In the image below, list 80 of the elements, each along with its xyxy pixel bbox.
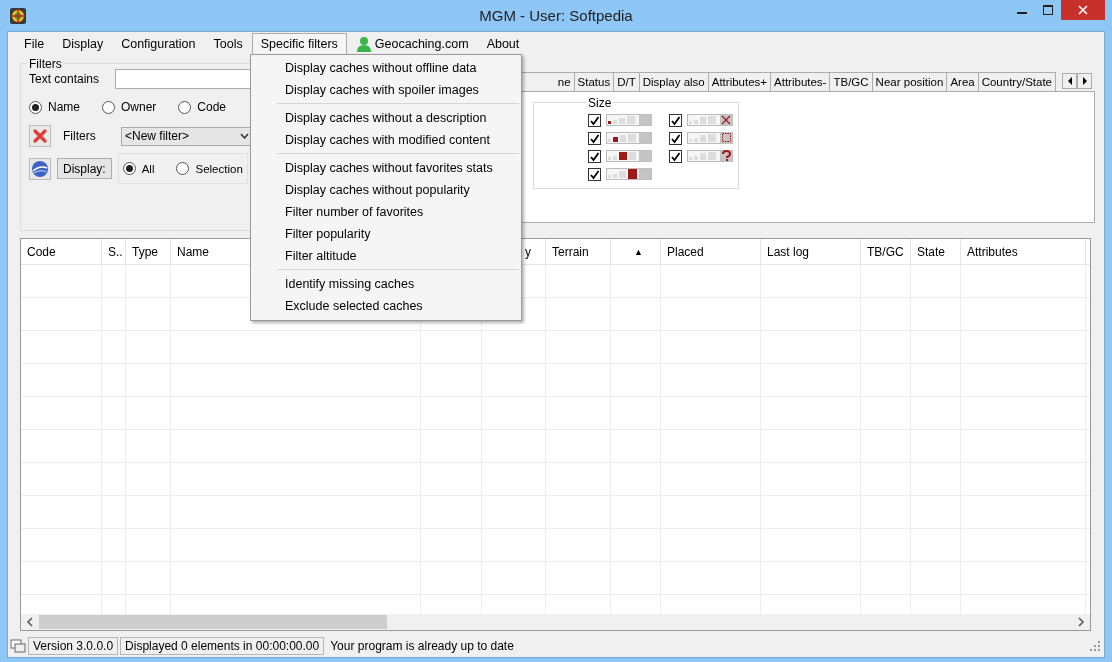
- menu-item[interactable]: Display caches without offline data: [251, 57, 521, 79]
- cache-size-icon: [687, 150, 733, 162]
- menu-item[interactable]: Filter altitude: [251, 245, 521, 267]
- cache-size-icon: [606, 114, 652, 126]
- radio-option[interactable]: Owner: [102, 100, 157, 114]
- menu-item[interactable]: About: [477, 33, 529, 55]
- minimize-icon: [1017, 12, 1027, 14]
- menu-item[interactable]: Specific filters: [251, 33, 347, 55]
- field-label: Filters: [63, 129, 97, 143]
- checkbox[interactable]: [588, 167, 601, 181]
- status-message: Your program is already up to date: [329, 639, 514, 653]
- resize-grip-icon: [1090, 641, 1100, 651]
- tab[interactable]: Country/State: [977, 72, 1056, 91]
- scroll-thumb[interactable]: [39, 615, 387, 629]
- menu-item[interactable]: Display caches without favorites stats: [251, 157, 521, 179]
- menu-item[interactable]: Exclude selected caches: [251, 295, 521, 317]
- cache-size-icon: [606, 132, 652, 144]
- column-header[interactable]: Type: [126, 239, 171, 264]
- menu-item[interactable]: Configuration: [112, 33, 205, 55]
- cache-size-icon: [687, 132, 733, 144]
- radio-option[interactable]: Selection: [176, 162, 243, 175]
- computer-icon: [10, 638, 26, 654]
- field-label: Text contains: [29, 72, 101, 86]
- cache-size-icon: [606, 150, 652, 162]
- tab[interactable]: Near position: [871, 72, 948, 91]
- caret-icon: [240, 133, 249, 139]
- scroll-right-icon[interactable]: [1077, 617, 1085, 627]
- radio-option[interactable]: Code: [178, 100, 227, 114]
- column-header[interactable]: S..: [102, 239, 126, 264]
- menu-item[interactable]: Identify missing caches: [251, 273, 521, 295]
- menu-item[interactable]: Geocaching.com: [346, 33, 478, 55]
- tab[interactable]: Display also: [638, 72, 709, 91]
- group-title: Size: [586, 96, 614, 110]
- checkbox[interactable]: [588, 113, 601, 127]
- column-header[interactable]: Attributes: [961, 239, 1086, 264]
- elapsed-label: Displayed 0 elements in 00:00:00.00: [120, 637, 325, 655]
- display-button[interactable]: Display:: [57, 158, 112, 179]
- checkbox[interactable]: [669, 131, 682, 145]
- column-header[interactable]: Code: [21, 239, 102, 264]
- group-title: Filters: [27, 57, 64, 71]
- close-icon: [1078, 5, 1088, 15]
- column-header[interactable]: TB/GC: [861, 239, 911, 264]
- globe-icon: [31, 159, 49, 178]
- version-label: Version 3.0.0.0: [28, 637, 119, 655]
- column-header[interactable]: ▲: [611, 239, 661, 264]
- column-header[interactable]: State: [911, 239, 961, 264]
- scroll-left-icon[interactable]: [26, 617, 34, 627]
- radio-option[interactable]: Name: [29, 100, 80, 114]
- menu-item[interactable]: Display caches without a description: [251, 107, 521, 129]
- checkbox[interactable]: [588, 149, 601, 163]
- menu-item[interactable]: Filter popularity: [251, 223, 521, 245]
- window-title: MGM - User: Softpedia: [478, 7, 634, 24]
- column-header[interactable]: Placed: [661, 239, 761, 264]
- menu-item[interactable]: Display: [53, 33, 113, 55]
- checkbox[interactable]: [669, 149, 682, 163]
- column-header[interactable]: Terrain: [546, 239, 611, 264]
- menu-item[interactable]: Display caches without popularity: [251, 179, 521, 201]
- column-header[interactable]: Last log: [761, 239, 861, 264]
- checkbox[interactable]: [669, 113, 682, 127]
- radio-option[interactable]: All: [122, 162, 155, 175]
- globe-button[interactable]: [29, 157, 51, 180]
- menu-item[interactable]: Display caches with spoiler images: [251, 79, 521, 101]
- cache-size-icon: [687, 114, 733, 126]
- delete-filter-button[interactable]: [29, 125, 51, 147]
- maximize-icon: [1043, 5, 1053, 15]
- triangle-right-icon: [1081, 77, 1088, 85]
- menu-item[interactable]: Filter number of favorites: [251, 201, 521, 223]
- cross-icon: [32, 128, 48, 144]
- user-icon: [355, 36, 372, 52]
- triangle-left-icon: [1066, 77, 1073, 85]
- menu-item[interactable]: Tools: [204, 33, 252, 55]
- scroll-right-button[interactable]: [1077, 73, 1092, 89]
- filter-dropdown[interactable]: <New filter>: [121, 126, 253, 146]
- checkbox[interactable]: [588, 131, 601, 145]
- cache-size-icon: [606, 168, 652, 180]
- menu-item[interactable]: Display caches with modified content: [251, 129, 521, 151]
- menu-item[interactable]: File: [15, 33, 54, 55]
- app-icon: [9, 6, 27, 25]
- horizontal-scrollbar[interactable]: [21, 614, 1090, 630]
- scroll-left-button[interactable]: [1062, 73, 1077, 89]
